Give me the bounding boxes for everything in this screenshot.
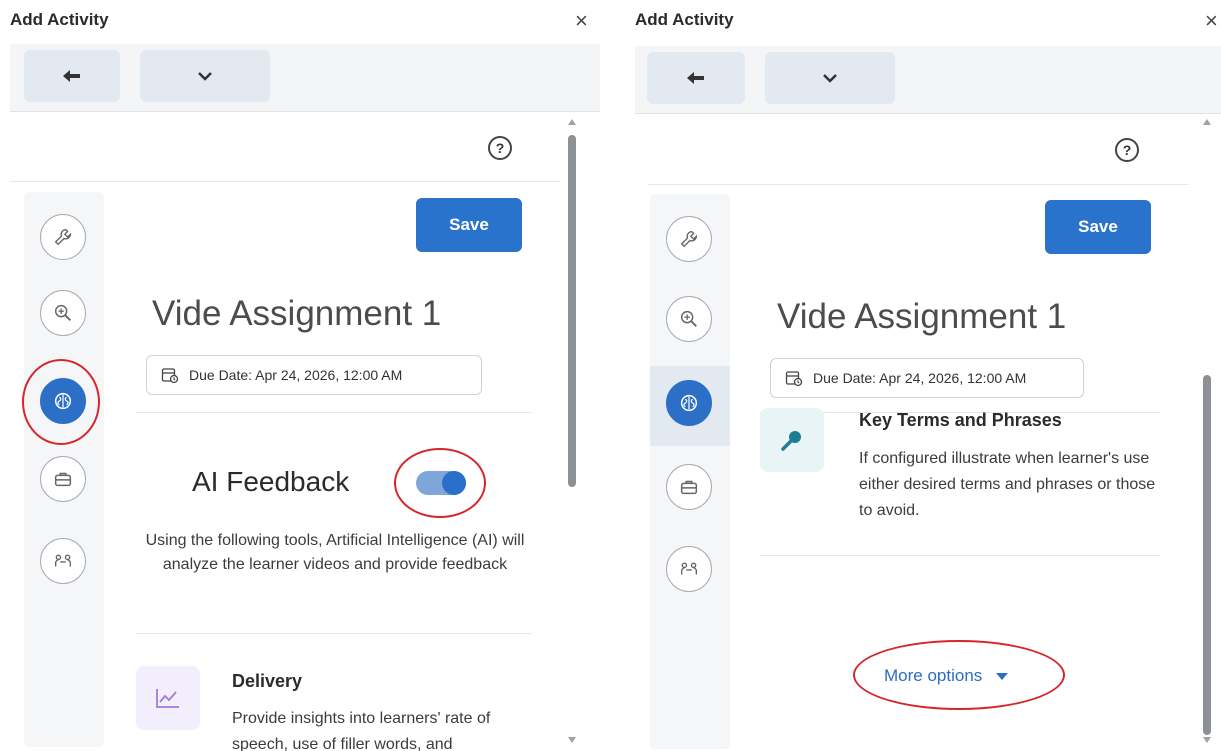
ai-feedback-toggle[interactable] — [416, 471, 466, 495]
scrollbar[interactable] — [1200, 115, 1214, 751]
calendar-clock-icon — [785, 371, 803, 387]
line-chart-icon — [156, 689, 179, 708]
due-date-text: Due Date: Apr 24, 2026, 12:00 AM — [189, 367, 403, 383]
more-options-link[interactable]: More options — [884, 666, 1009, 686]
key-terms-icon-tile — [760, 408, 824, 472]
wrench-icon — [680, 230, 698, 248]
ai-feedback-title: AI Feedback — [192, 466, 350, 497]
assignment-title: Vide Assignment 1 — [152, 294, 442, 333]
back-button[interactable] — [647, 52, 745, 104]
scroll-up-icon[interactable] — [1203, 119, 1211, 125]
more-options-label: More options — [884, 666, 983, 685]
sidebar-item-evaluation[interactable] — [40, 290, 86, 336]
sidebar-item-resources[interactable] — [40, 456, 86, 502]
sidebar-item-ai-feedback[interactable] — [666, 380, 712, 426]
people-icon — [54, 554, 72, 567]
ai-brain-icon — [54, 392, 72, 410]
sidebar — [24, 192, 104, 747]
sidebar — [650, 194, 730, 749]
calendar-clock-icon — [161, 368, 179, 384]
scroll-thumb[interactable] — [1203, 375, 1211, 735]
dropdown-button[interactable] — [765, 52, 895, 104]
people-icon — [680, 562, 698, 575]
scroll-up-icon[interactable] — [568, 119, 576, 125]
toolbar — [10, 44, 600, 112]
save-button[interactable]: Save — [416, 198, 522, 252]
assignment-title: Vide Assignment 1 — [777, 297, 1067, 336]
arrow-left-icon — [687, 72, 704, 84]
sidebar-item-properties[interactable] — [666, 216, 712, 262]
search-zoom-icon — [680, 310, 697, 327]
chevron-down-icon — [198, 72, 212, 81]
key-terms-title: Key Terms and Phrases — [859, 410, 1062, 430]
delivery-description: Provide insights into learners' rate of … — [232, 710, 491, 751]
dialog-title: Add Activity — [635, 10, 734, 29]
close-icon[interactable]: × — [575, 10, 588, 32]
key-terms-description: If configured illustrate when learner's … — [859, 450, 1156, 519]
add-activity-panel-right: Add Activity × ? Save Vide Assignment 1 — [622, 0, 1221, 751]
caret-down-icon — [996, 672, 1009, 680]
back-button[interactable] — [24, 50, 120, 102]
due-date-button[interactable]: Due Date: Apr 24, 2026, 12:00 AM — [770, 358, 1084, 398]
divider — [760, 555, 1160, 556]
toggle-knob — [442, 471, 466, 495]
save-button[interactable]: Save — [1045, 200, 1151, 254]
help-icon[interactable]: ? — [1115, 138, 1139, 162]
key-icon — [781, 431, 801, 451]
sidebar-item-groups[interactable] — [666, 546, 712, 592]
dropdown-button[interactable] — [140, 50, 270, 102]
sidebar-item-resources[interactable] — [666, 464, 712, 510]
help-icon[interactable]: ? — [488, 136, 512, 160]
scroll-thumb[interactable] — [568, 135, 576, 487]
briefcase-icon — [54, 472, 72, 487]
ai-feedback-description: Using the following tools, Artificial In… — [145, 532, 525, 573]
add-activity-panel-left: Add Activity × ? Save Vide Assignment 1 … — [0, 0, 600, 751]
search-zoom-icon — [54, 304, 71, 321]
ai-brain-icon — [680, 394, 698, 412]
delivery-icon-tile — [136, 666, 200, 730]
divider — [136, 633, 532, 634]
due-date-text: Due Date: Apr 24, 2026, 12:00 AM — [813, 370, 1027, 386]
toolbar — [635, 46, 1221, 114]
sidebar-item-properties[interactable] — [40, 214, 86, 260]
briefcase-icon — [680, 480, 698, 495]
divider — [10, 181, 560, 182]
sidebar-item-evaluation[interactable] — [666, 296, 712, 342]
sidebar-item-groups[interactable] — [40, 538, 86, 584]
scroll-down-icon[interactable] — [568, 737, 576, 743]
due-date-button[interactable]: Due Date: Apr 24, 2026, 12:00 AM — [146, 355, 482, 395]
divider — [648, 184, 1188, 185]
wrench-icon — [54, 228, 72, 246]
arrow-left-icon — [63, 70, 80, 82]
close-icon[interactable]: × — [1205, 10, 1218, 32]
scroll-down-icon[interactable] — [1203, 737, 1211, 743]
delivery-title: Delivery — [232, 671, 303, 691]
sidebar-item-ai-feedback[interactable] — [40, 378, 86, 424]
chevron-down-icon — [823, 74, 837, 83]
divider — [136, 412, 532, 413]
dialog-title: Add Activity — [10, 10, 109, 29]
scrollbar[interactable] — [565, 115, 579, 751]
